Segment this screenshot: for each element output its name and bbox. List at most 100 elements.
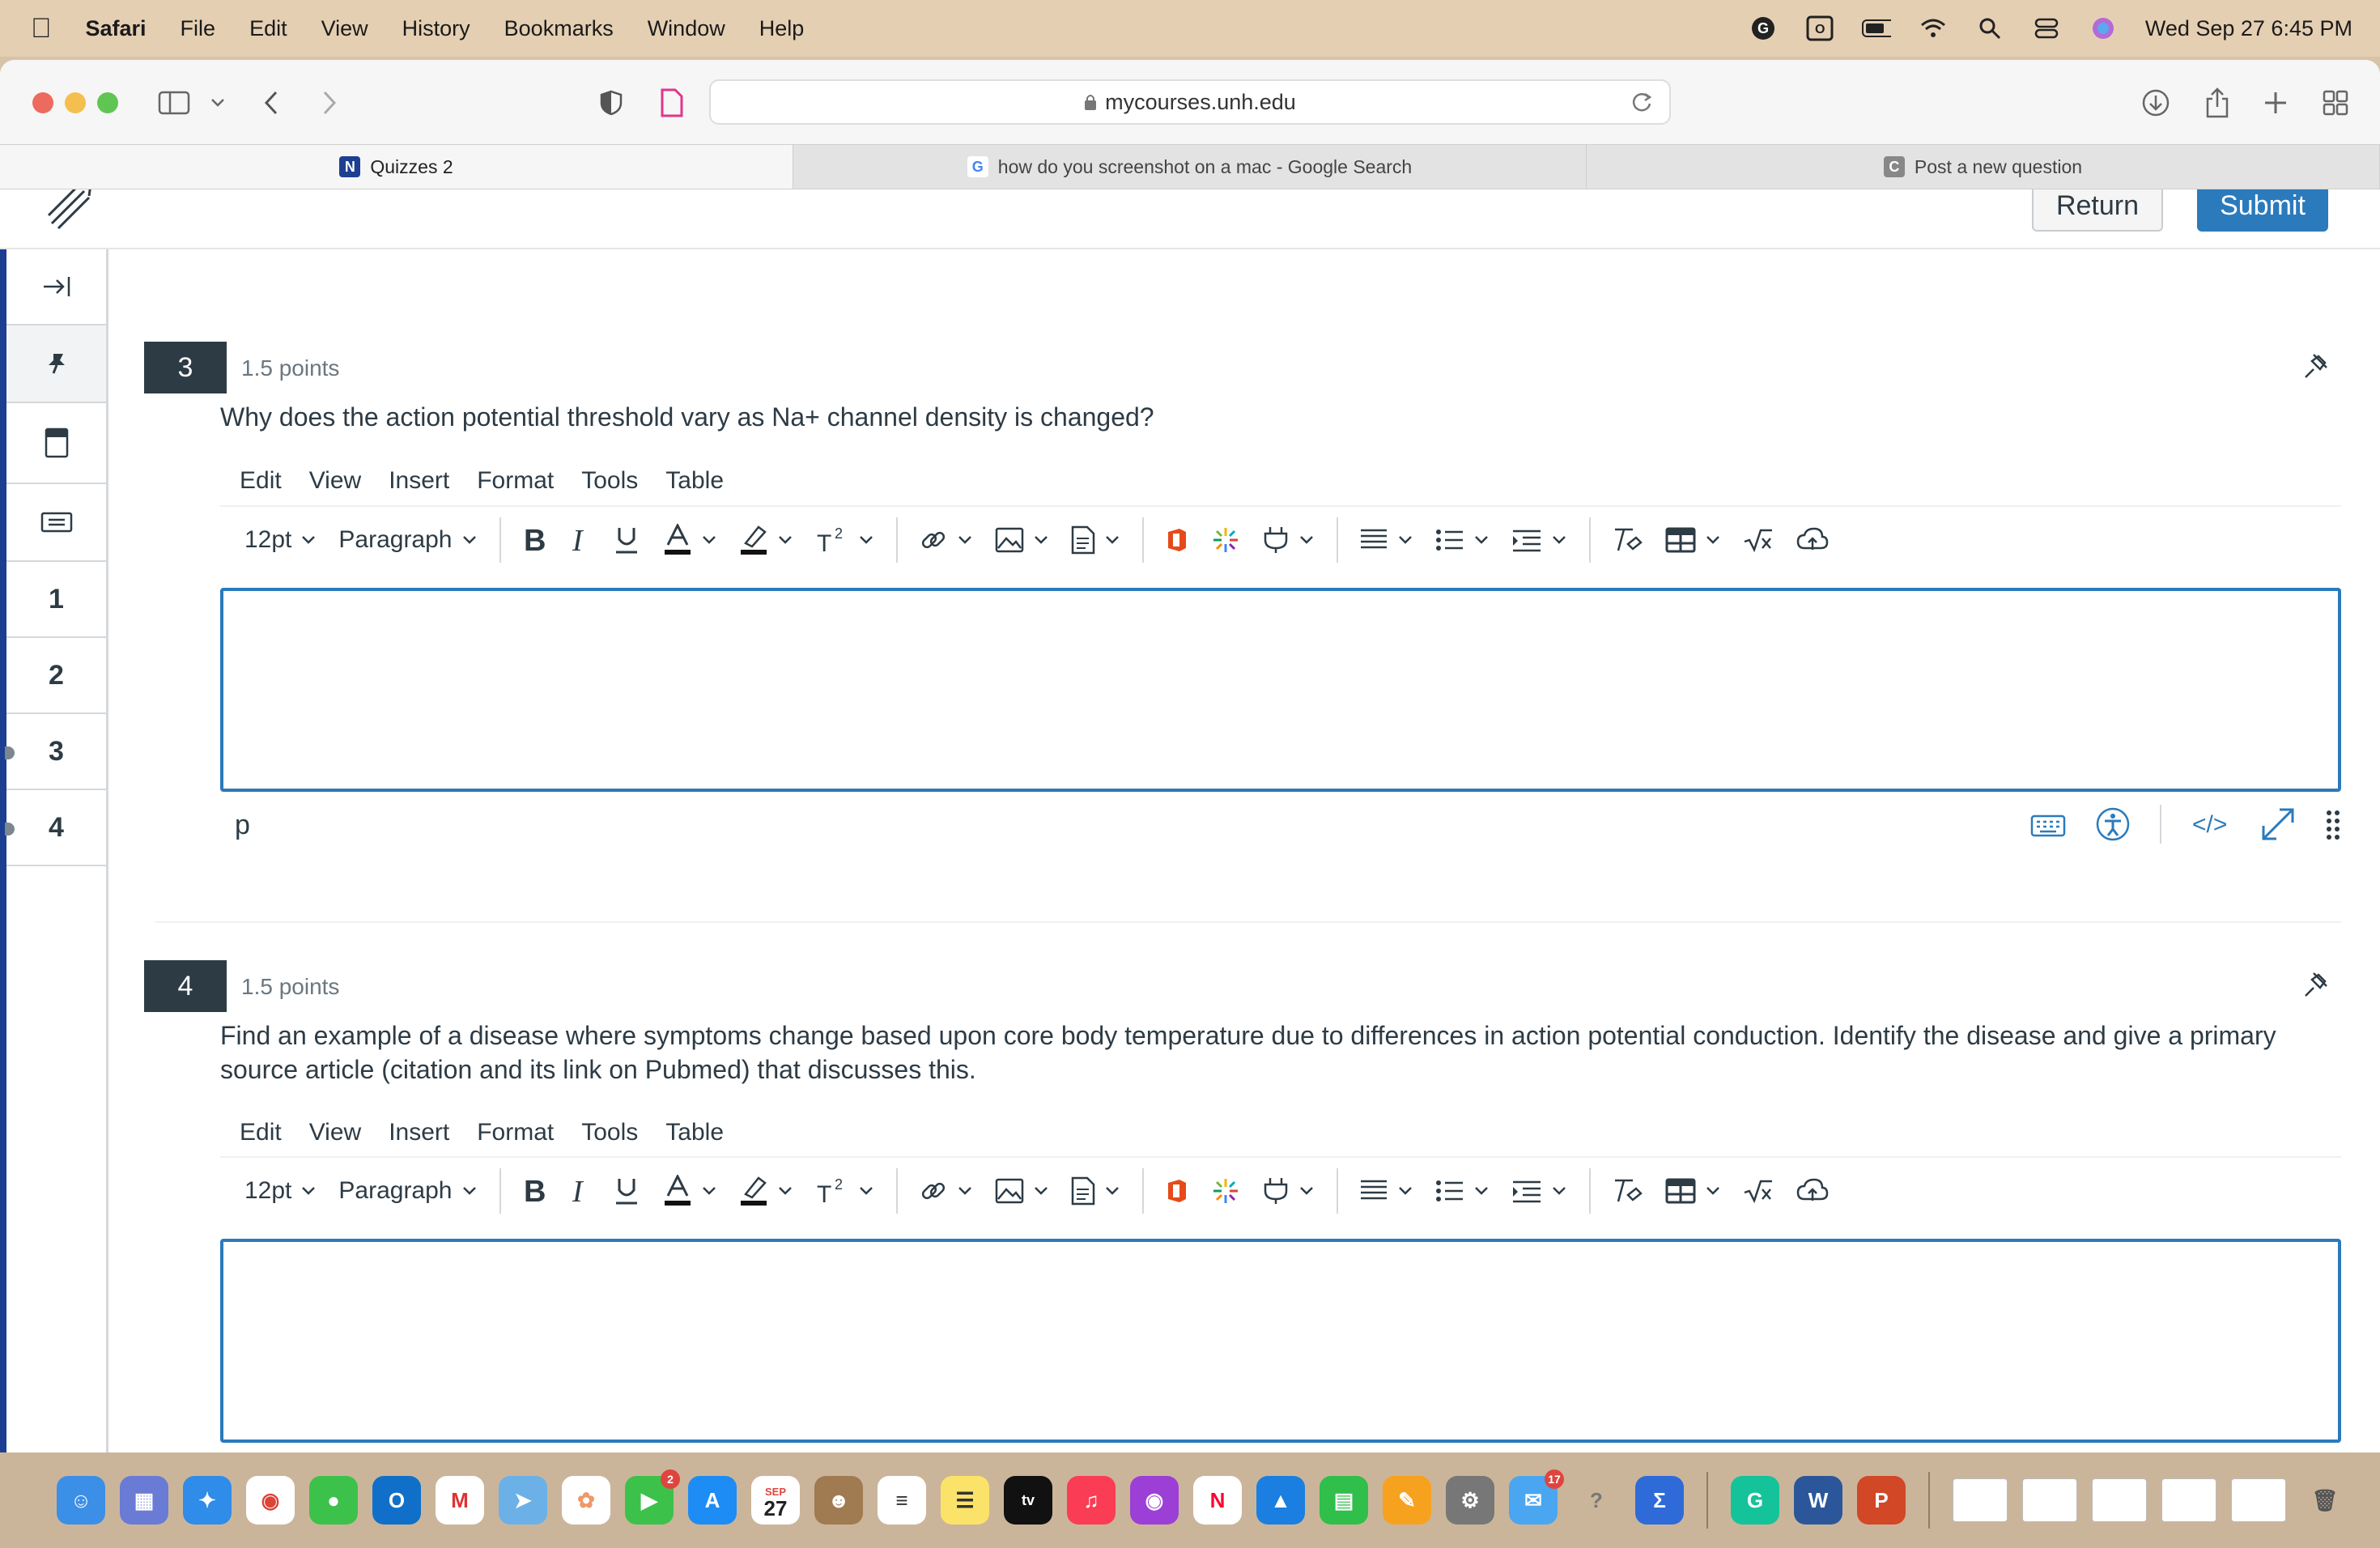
plugin-button[interactable]	[1262, 516, 1314, 564]
music-icon[interactable]: ♫	[1067, 1476, 1116, 1525]
font-size-select[interactable]: 12pt	[244, 516, 316, 564]
block-format-select[interactable]: Paragraph	[338, 516, 476, 564]
highlight-color-button[interactable]	[739, 1167, 793, 1215]
document-button[interactable]	[1071, 1167, 1120, 1215]
table-button[interactable]	[1665, 1167, 1720, 1215]
finder-icon[interactable]: ☺	[57, 1476, 105, 1525]
new-tab-icon[interactable]	[2257, 84, 2294, 121]
back-button[interactable]	[253, 84, 290, 121]
text-color-button[interactable]	[663, 516, 716, 564]
menu-view[interactable]: View	[321, 16, 368, 41]
font-size-select[interactable]: 12pt	[244, 1167, 316, 1215]
editor-menu-edit[interactable]: Edit	[240, 467, 282, 495]
office-365-button[interactable]	[1165, 1167, 1189, 1215]
zoom-window-button[interactable]	[97, 92, 118, 113]
wifi-icon[interactable]	[1919, 14, 1948, 43]
gmail-icon[interactable]: M	[436, 1476, 484, 1525]
apple-tv-icon[interactable]: tv	[1004, 1476, 1052, 1525]
chrome-icon[interactable]: ◉	[246, 1476, 295, 1525]
clear-formatting-button[interactable]	[1612, 1167, 1643, 1215]
menu-window[interactable]: Window	[648, 16, 725, 41]
pinned-questions-button[interactable]	[6, 325, 106, 403]
answer-editor-q4[interactable]	[220, 1239, 2341, 1443]
nav-question-4[interactable]: 4	[5, 790, 106, 866]
editor-menu-format[interactable]: Format	[477, 467, 554, 495]
keynote-icon[interactable]: ▲	[1256, 1476, 1305, 1525]
mail-icon[interactable]: ✉ 17	[1509, 1469, 1564, 1525]
plugin-button[interactable]	[1262, 1167, 1314, 1215]
help-icon[interactable]: ?	[1572, 1476, 1621, 1525]
address-bar[interactable]: mycourses.unh.edu	[709, 79, 1671, 125]
editor-menu-edit[interactable]: Edit	[240, 1119, 282, 1146]
messages-icon[interactable]: ●	[309, 1476, 358, 1525]
list-button[interactable]	[1435, 516, 1489, 564]
control-center-icon[interactable]	[2032, 14, 2061, 43]
superscript-button[interactable]: T2	[815, 516, 873, 564]
battery-icon[interactable]	[1861, 14, 1891, 43]
siri-icon[interactable]	[2089, 14, 2118, 43]
table-button[interactable]	[1665, 516, 1720, 564]
outlook-icon[interactable]: O	[372, 1476, 421, 1525]
submit-button[interactable]: Submit	[2197, 189, 2328, 232]
clear-formatting-button[interactable]	[1612, 516, 1643, 564]
apps-button[interactable]	[1212, 516, 1239, 564]
facetime-icon[interactable]: ▶ 2	[625, 1469, 680, 1525]
editor-menu-view[interactable]: View	[309, 467, 361, 495]
image-button[interactable]	[995, 1167, 1048, 1215]
tab-post-question[interactable]: C Post a new question	[1587, 145, 2380, 189]
editor-menu-table[interactable]: Table	[665, 1119, 724, 1146]
numbers-icon[interactable]: ▤	[1320, 1476, 1368, 1525]
menu-help[interactable]: Help	[759, 16, 805, 41]
tab-quizzes[interactable]: N Quizzes 2	[0, 145, 793, 189]
outlook-status-icon[interactable]: O	[1805, 14, 1834, 43]
menubar-clock[interactable]: Wed Sep 27 6:45 PM	[2145, 16, 2352, 41]
sidebar-toggle-icon[interactable]	[155, 84, 193, 121]
editor-menu-insert[interactable]: Insert	[389, 467, 449, 495]
underline-button[interactable]	[613, 516, 640, 564]
editor-menu-view[interactable]: View	[309, 1119, 361, 1146]
equation-button[interactable]	[1743, 1167, 1774, 1215]
bold-button[interactable]: B	[522, 516, 545, 564]
underline-button[interactable]	[613, 1167, 640, 1215]
apple-menu-icon[interactable]: 	[31, 13, 52, 45]
equation-button[interactable]	[1743, 516, 1774, 564]
calendar-icon[interactable]: SEP 27	[751, 1476, 800, 1525]
fullscreen-icon[interactable]	[2260, 806, 2296, 842]
bold-button[interactable]: B	[522, 1167, 545, 1215]
privacy-shield-icon[interactable]	[593, 84, 630, 121]
chevron-down-icon[interactable]	[199, 84, 236, 121]
editor-menu-table[interactable]: Table	[665, 467, 724, 495]
pin-question-icon[interactable]	[2302, 351, 2331, 381]
share-icon[interactable]	[2199, 84, 2236, 121]
minimize-window-button[interactable]	[65, 92, 86, 113]
text-color-button[interactable]	[663, 1167, 716, 1215]
expand-sidebar-button[interactable]	[6, 249, 106, 325]
document-button[interactable]	[1071, 516, 1120, 564]
reminders-icon[interactable]: ≡	[878, 1476, 926, 1525]
tab-overview-icon[interactable]	[2317, 84, 2354, 121]
html-editor-icon[interactable]: </>	[2191, 811, 2231, 837]
quiz-instructions-button[interactable]	[6, 484, 106, 562]
menu-bookmarks[interactable]: Bookmarks	[504, 16, 614, 41]
menu-edit[interactable]: Edit	[249, 16, 287, 41]
superscript-button[interactable]: T2	[815, 1167, 873, 1215]
list-button[interactable]	[1435, 1167, 1489, 1215]
accessibility-checker-icon[interactable]	[2095, 806, 2131, 842]
editor-menu-format[interactable]: Format	[477, 1119, 554, 1146]
trash-icon[interactable]: 🗑	[2301, 1476, 2349, 1525]
return-button[interactable]: Return	[2032, 189, 2163, 232]
maps-icon[interactable]: ➤	[499, 1476, 547, 1525]
minimized-window-thumbnail[interactable]	[1953, 1478, 2008, 1522]
keyboard-shortcuts-icon[interactable]	[2030, 811, 2066, 837]
office-365-button[interactable]	[1165, 516, 1189, 564]
grammarly-icon[interactable]: G	[1731, 1476, 1779, 1525]
nav-question-1[interactable]: 1	[6, 562, 106, 638]
grammarly-status-icon[interactable]: G	[1749, 14, 1778, 43]
link-button[interactable]	[919, 516, 972, 564]
pages-icon[interactable]: ✎	[1383, 1476, 1431, 1525]
close-window-button[interactable]	[32, 92, 53, 113]
photos-icon[interactable]: ✿	[562, 1476, 610, 1525]
quiz-info-button[interactable]	[6, 403, 106, 484]
apps-button[interactable]	[1212, 1167, 1239, 1215]
editor-menu-insert[interactable]: Insert	[389, 1119, 449, 1146]
